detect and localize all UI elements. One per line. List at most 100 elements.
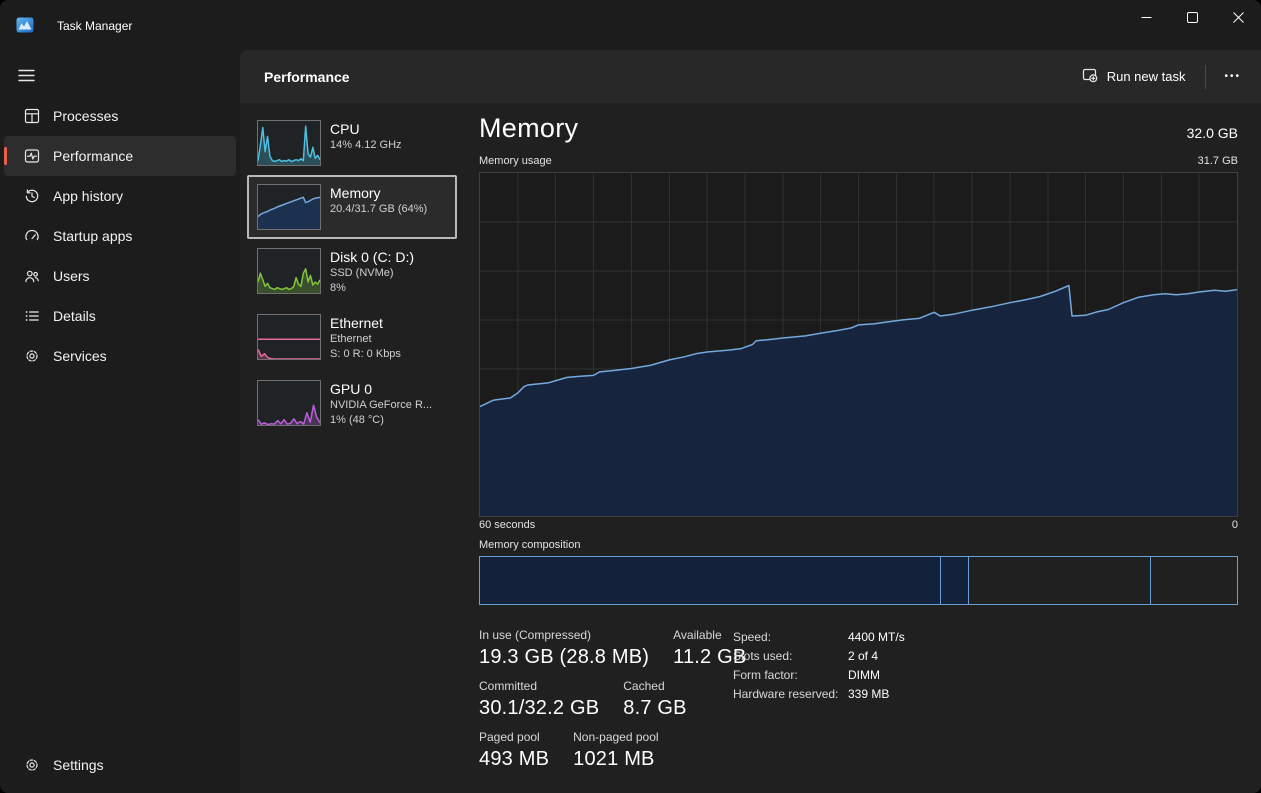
perf-item-stat: 14% 4.12 GHz <box>330 138 402 153</box>
sidebar-item-label: App history <box>53 188 123 204</box>
ethernet-thumbnail-chart <box>257 314 321 360</box>
performance-icon <box>24 148 40 164</box>
memory-stats: In use (Compressed) 19.3 GB (28.8 MB) Av… <box>479 628 746 781</box>
sidebar-item-label: Processes <box>53 108 118 124</box>
header-actions: Run new task ••• <box>1070 50 1251 103</box>
header-divider <box>1205 65 1206 89</box>
stat-label: Non-paged pool <box>573 730 658 744</box>
perf-item-stat: S: 0 R: 0 Kbps <box>330 347 401 362</box>
composition-segment-free[interactable] <box>1151 557 1237 604</box>
perf-item-stat: NVIDIA GeForce R... <box>330 398 432 413</box>
sidebar-item-services[interactable]: Services <box>4 336 236 376</box>
perf-item-stat: Ethernet <box>330 332 401 347</box>
sidebar-item-label: Startup apps <box>53 228 132 244</box>
info-value: DIMM <box>848 668 880 682</box>
composition-segment-modified[interactable] <box>941 557 969 604</box>
users-icon <box>24 268 40 284</box>
sidebar-item-performance[interactable]: Performance <box>4 136 236 176</box>
processes-icon <box>24 108 40 124</box>
perf-item-stat: 1% (48 °C) <box>330 413 432 428</box>
sidebar-item-users[interactable]: Users <box>4 256 236 296</box>
stat-label: Committed <box>479 679 599 693</box>
usage-chart-max-value: 31.7 GB <box>1198 155 1238 167</box>
sidebar-item-app-history[interactable]: App history <box>4 176 236 216</box>
hardware-info: Speed: 4400 MT/s Slots used: 2 of 4 Form… <box>733 630 905 706</box>
stat-label: Paged pool <box>479 730 549 744</box>
stat-value: 19.3 GB (28.8 MB) <box>479 646 649 669</box>
sidebar-item-startup-apps[interactable]: Startup apps <box>4 216 236 256</box>
maximize-button[interactable] <box>1169 0 1215 34</box>
perf-item-stat: 20.4/31.7 GB (64%) <box>330 202 427 217</box>
sidebar-item-processes[interactable]: Processes <box>4 96 236 136</box>
sidebar-item-label: Performance <box>53 148 133 164</box>
memory-detail-panel: Memory 32.0 GB Memory usage 31.7 GB 60 s… <box>479 103 1238 793</box>
details-icon <box>24 308 40 324</box>
page-title: Performance <box>264 69 350 85</box>
perf-item-disk[interactable]: Disk 0 (C: D:) SSD (NVMe) 8% <box>247 239 457 305</box>
info-label: Form factor: <box>733 668 848 682</box>
run-new-task-label: Run new task <box>1107 69 1186 84</box>
cpu-thumbnail-chart <box>257 120 321 166</box>
perf-item-stat: SSD (NVMe) <box>330 266 414 281</box>
perf-item-ethernet[interactable]: Ethernet Ethernet S: 0 R: 0 Kbps <box>247 305 457 371</box>
perf-item-name: Ethernet <box>330 314 401 332</box>
time-axis-left-label: 60 seconds <box>479 519 535 531</box>
perf-item-cpu[interactable]: CPU 14% 4.12 GHz <box>247 111 457 175</box>
stat-value: 1021 MB <box>573 748 658 771</box>
info-value: 339 MB <box>848 687 889 701</box>
composition-label: Memory composition <box>479 539 580 551</box>
info-value: 2 of 4 <box>848 649 878 663</box>
perf-item-name: GPU 0 <box>330 380 432 398</box>
task-manager-window: Task Manager Processes <box>0 0 1261 793</box>
stat-value: 30.1/32.2 GB <box>479 697 599 720</box>
stat-value: 8.7 GB <box>623 697 686 720</box>
window-controls <box>1123 0 1261 34</box>
info-label: Hardware reserved: <box>733 687 848 701</box>
sidebar-item-settings[interactable]: Settings <box>4 745 236 785</box>
sidebar-item-label: Details <box>53 308 96 324</box>
time-axis-right-label: 0 <box>1232 519 1238 531</box>
stat-label: Cached <box>623 679 686 693</box>
selection-accent-bar <box>4 147 7 165</box>
perf-item-memory[interactable]: Memory 20.4/31.7 GB (64%) <box>247 175 457 239</box>
stat-value: 493 MB <box>479 748 549 771</box>
titlebar: Task Manager <box>0 0 1261 50</box>
perf-item-name: CPU <box>330 120 402 138</box>
more-options-button[interactable]: ••• <box>1214 63 1251 90</box>
menu-toggle-button[interactable] <box>13 62 39 88</box>
sidebar-item-label: Settings <box>53 757 104 773</box>
sidebar-item-details[interactable]: Details <box>4 296 236 336</box>
settings-gear-icon <box>24 757 40 773</box>
perf-item-gpu[interactable]: GPU 0 NVIDIA GeForce R... 1% (48 °C) <box>247 371 457 437</box>
sidebar-nav: Processes Performance App history Startu… <box>0 96 240 376</box>
performance-content: CPU 14% 4.12 GHz Memory 20.4/31.7 GB (64… <box>240 103 1261 793</box>
app-history-icon <box>24 188 40 204</box>
sidebar-item-label: Users <box>53 268 90 284</box>
memory-thumbnail-chart <box>257 184 321 230</box>
info-value: 4400 MT/s <box>848 630 905 644</box>
performance-list: CPU 14% 4.12 GHz Memory 20.4/31.7 GB (64… <box>247 103 457 437</box>
disk-thumbnail-chart <box>257 248 321 294</box>
stat-label: In use (Compressed) <box>479 628 649 642</box>
minimize-button[interactable] <box>1123 0 1169 34</box>
run-new-task-icon <box>1082 67 1098 86</box>
window-title: Task Manager <box>57 19 132 33</box>
startup-apps-icon <box>24 228 40 244</box>
usage-chart-label: Memory usage <box>479 155 552 167</box>
info-label: Slots used: <box>733 649 848 663</box>
services-icon <box>24 348 40 364</box>
total-memory-value: 32.0 GB <box>1187 125 1238 144</box>
composition-segment-in-use[interactable] <box>480 557 941 604</box>
run-new-task-button[interactable]: Run new task <box>1070 60 1198 93</box>
close-button[interactable] <box>1215 0 1261 34</box>
memory-usage-chart <box>479 172 1238 517</box>
main-panel: Performance Run new task ••• <box>240 50 1261 793</box>
gpu-thumbnail-chart <box>257 380 321 426</box>
perf-item-name: Disk 0 (C: D:) <box>330 248 414 266</box>
app-icon <box>16 16 34 34</box>
info-label: Speed: <box>733 630 848 644</box>
perf-item-stat: 8% <box>330 281 414 296</box>
sidebar-item-label: Services <box>53 348 107 364</box>
memory-composition-bar <box>479 556 1238 605</box>
composition-segment-standby[interactable] <box>969 557 1151 604</box>
